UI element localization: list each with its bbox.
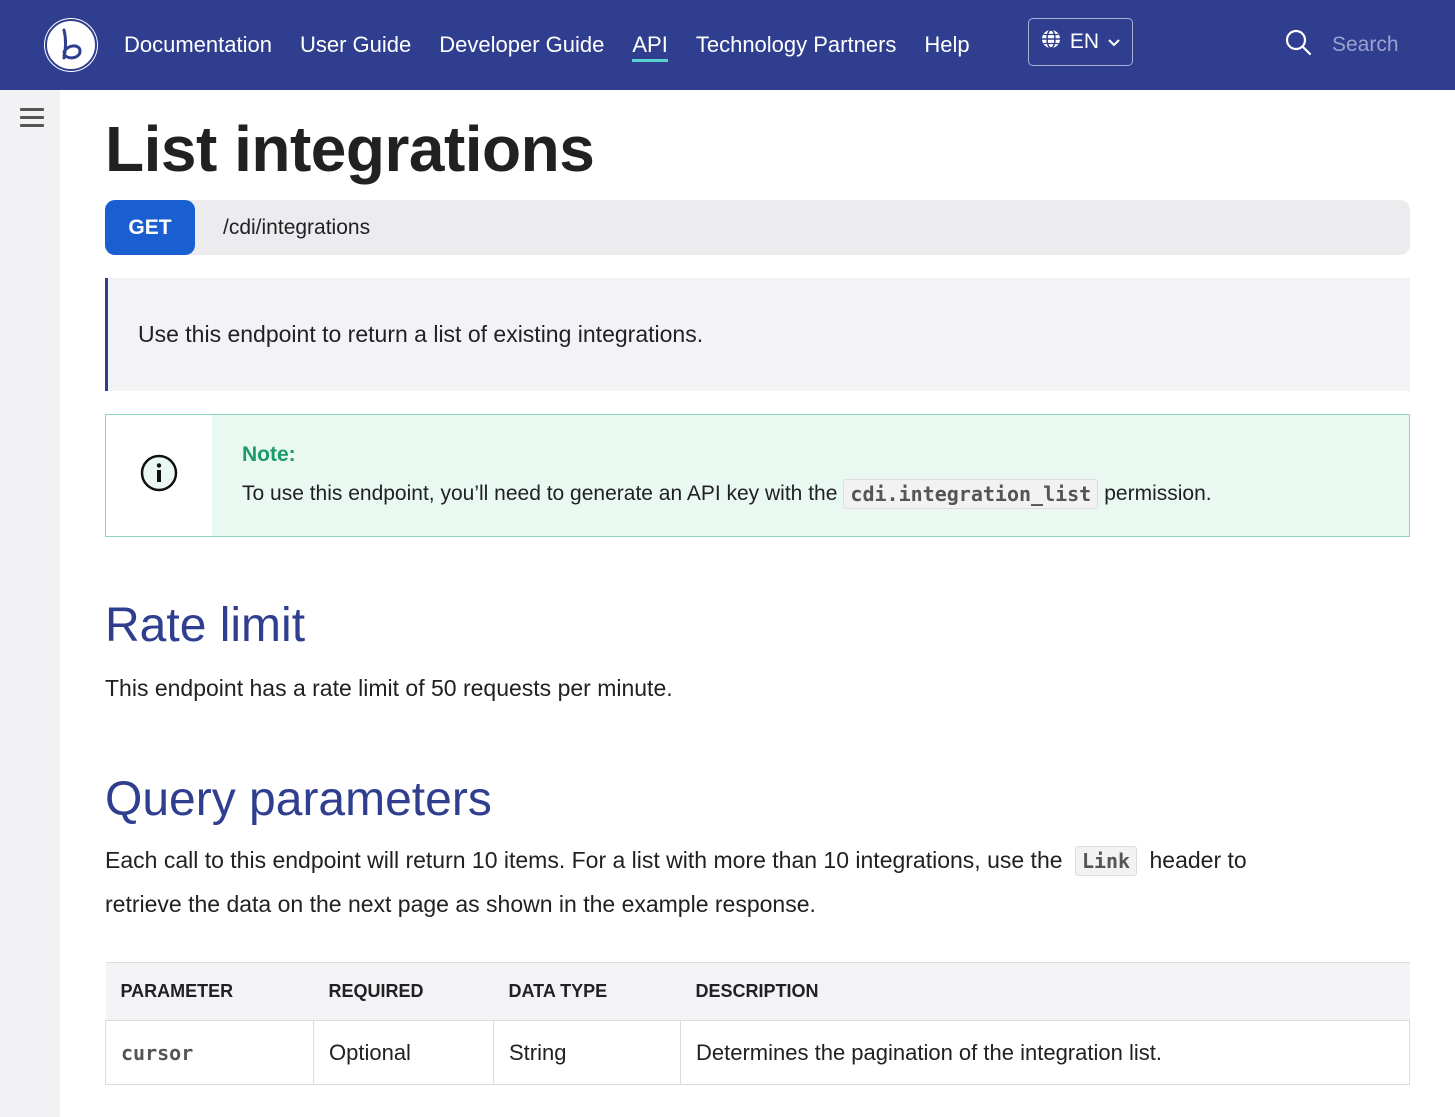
note-text: To use this endpoint, you’ll need to gen… [242,479,1409,509]
table-row: cursor Optional String Determines the pa… [105,1020,1410,1085]
braze-logo-icon[interactable] [44,18,98,72]
endpoint-description: Use this endpoint to return a list of ex… [105,278,1410,391]
primary-nav: Documentation User Guide Developer Guide… [124,0,998,90]
column-header-parameter: PARAMETER [105,962,314,1021]
column-header-required: REQUIRED [313,962,494,1021]
globe-icon [1040,28,1062,56]
parameters-table: PARAMETER REQUIRED DATA TYPE DESCRIPTION… [105,962,1410,1085]
endpoint-path: /cdi/integrations [223,215,371,239]
query-text-before: Each call to this endpoint will return 1… [105,847,1063,873]
language-label: EN [1069,30,1100,53]
nav-user-guide[interactable]: User Guide [300,0,411,90]
query-parameters-text-line1: Each call to this endpoint will return 1… [105,838,1247,883]
note-icon-cell [106,415,212,536]
table-header-row: PARAMETER REQUIRED DATA TYPE DESCRIPTION [105,962,1410,1021]
language-selector[interactable]: EN [1028,18,1133,66]
search-box [1284,28,1452,61]
column-header-description: DESCRIPTION [680,962,1410,1021]
search-icon[interactable] [1284,28,1312,61]
cell-data-type: String [493,1020,681,1085]
link-header-code: Link [1074,846,1138,876]
info-icon [139,453,179,498]
nav-developer-guide[interactable]: Developer Guide [439,0,604,90]
rate-limit-heading: Rate limit [105,599,306,652]
permission-code: cdi.integration_list [843,479,1099,509]
sidebar-rail [0,90,60,1117]
http-method-badge: GET [105,200,195,255]
page-title: List integrations [105,113,595,185]
nav-help[interactable]: Help [924,0,969,90]
search-input[interactable] [1332,32,1452,57]
hamburger-menu-icon[interactable] [20,108,44,130]
column-header-data-type: DATA TYPE [493,962,681,1021]
nav-api[interactable]: API [632,0,669,90]
note-text-before: To use this endpoint, you’ll need to gen… [242,482,838,505]
note-callout: Note: To use this endpoint, you’ll need … [105,414,1410,537]
query-parameters-heading: Query parameters [105,773,492,826]
nav-technology-partners[interactable]: Technology Partners [696,0,897,90]
query-parameters-text-line2: retrieve the data on the next page as sh… [105,891,816,917]
rate-limit-text: This endpoint has a rate limit of 50 req… [105,675,673,701]
top-nav-bar: Documentation User Guide Developer Guide… [0,0,1455,90]
endpoint-bar: GET /cdi/integrations [105,200,1410,255]
note-text-after: permission. [1104,482,1212,505]
note-body: Note: To use this endpoint, you’ll need … [212,415,1409,536]
note-title: Note: [242,443,296,466]
nav-documentation[interactable]: Documentation [124,0,272,90]
query-text-after: header to [1149,847,1247,873]
cell-description: Determines the pagination of the integra… [680,1020,1410,1085]
cell-parameter: cursor [105,1020,314,1085]
chevron-down-icon [1107,30,1121,54]
cell-required: Optional [313,1020,494,1085]
